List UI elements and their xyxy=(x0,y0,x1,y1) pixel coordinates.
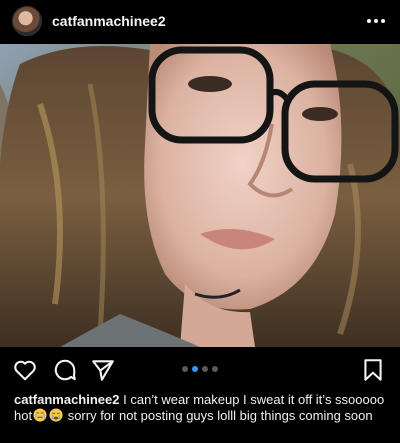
avatar[interactable] xyxy=(12,6,42,36)
post-actions xyxy=(0,354,400,386)
caption-text-continued: sorry for not posting guys lolll big thi… xyxy=(64,407,373,423)
comment-icon[interactable] xyxy=(52,357,78,383)
post-photo[interactable] xyxy=(0,44,400,347)
carousel-indicator xyxy=(182,366,218,372)
more-options-button[interactable] xyxy=(364,9,388,33)
bookmark-icon[interactable] xyxy=(360,357,386,383)
post-username[interactable]: catfanmachinee2 xyxy=(52,13,166,29)
selfie-photo xyxy=(0,44,400,347)
more-horizontal-icon xyxy=(367,19,385,23)
carousel-dot xyxy=(182,366,188,372)
send-icon[interactable] xyxy=(90,357,116,383)
carousel-dot xyxy=(212,366,218,372)
caption-username[interactable]: catfanmachinee2 xyxy=(14,392,120,407)
post-header: catfanmachinee2 xyxy=(0,0,400,42)
carousel-dot xyxy=(202,366,208,372)
crying-face-emoji xyxy=(49,407,63,422)
carousel-dot-active xyxy=(192,366,198,372)
heart-icon[interactable] xyxy=(12,357,38,383)
post-caption: catfanmachinee2 I can’t wear makeup I sw… xyxy=(14,392,390,423)
instagram-post: catfanmachinee2 catfanmachinee2 I can’t … xyxy=(0,0,400,443)
sweat-crying-face-emoji xyxy=(33,407,47,422)
